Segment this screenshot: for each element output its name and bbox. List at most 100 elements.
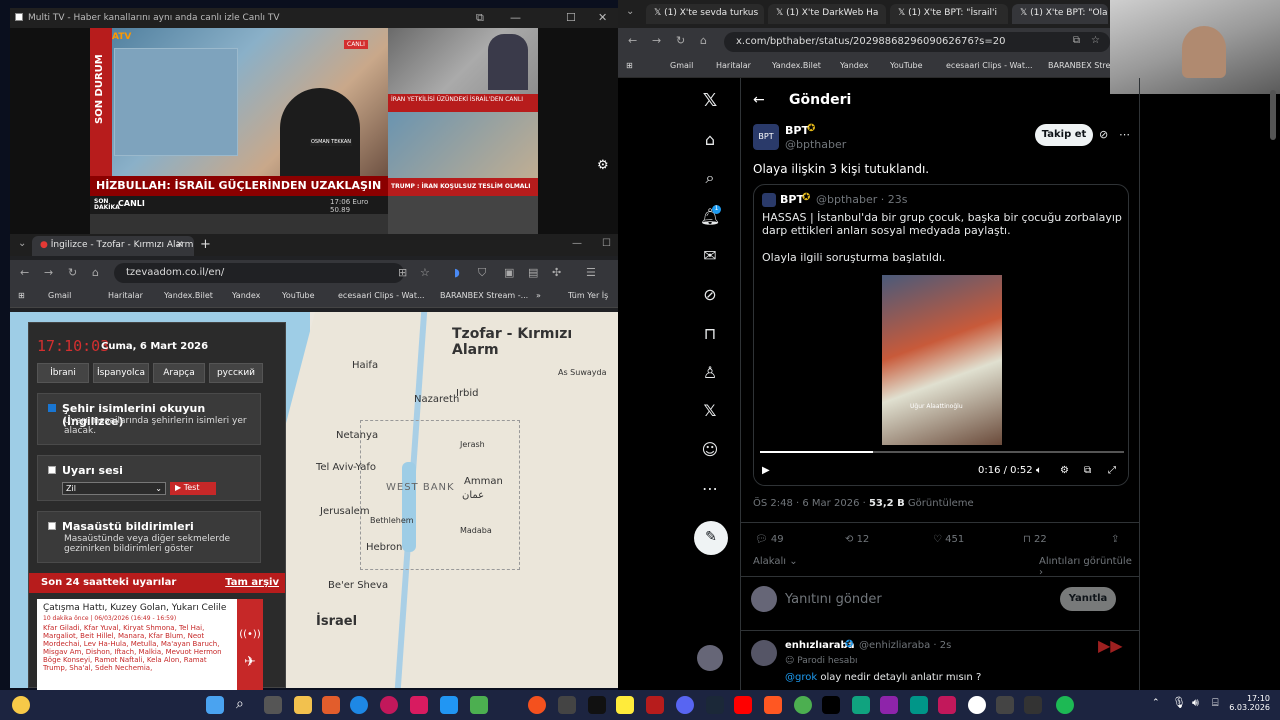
yandex-icon[interactable]	[968, 696, 986, 714]
close-icon[interactable]: ✕	[598, 11, 607, 24]
app2-icon[interactable]	[470, 696, 488, 714]
tab-close-icon[interactable]: ✕	[176, 240, 184, 250]
more-options-icon[interactable]: ⋯	[1119, 128, 1130, 141]
tab-list-icon[interactable]: ⌄	[18, 238, 26, 249]
reply-button[interactable]: Yanıtla	[1060, 587, 1116, 611]
volume-icon[interactable]: 🔈︎	[1036, 465, 1042, 476]
app6-icon[interactable]	[764, 696, 782, 714]
explorer-icon[interactable]	[294, 696, 312, 714]
sound-checkbox[interactable]	[48, 466, 56, 474]
back-arrow-icon[interactable]: ←	[753, 92, 765, 108]
back-icon[interactable]: ←	[628, 34, 637, 47]
alert-item[interactable]: Çatışma Hattı, Kuzey Golan, Yukarı Celil…	[37, 599, 237, 691]
snapchat-icon[interactable]	[616, 696, 634, 714]
reply-input[interactable]: Yanıtını gönder	[785, 592, 882, 607]
home-icon[interactable]: ⌂	[698, 130, 722, 149]
instagram-icon[interactable]	[410, 696, 428, 714]
maximize-icon[interactable]: ☐	[602, 238, 611, 249]
start-icon[interactable]	[206, 696, 224, 714]
extension-badge-icon[interactable]: ▣	[504, 266, 514, 279]
search-icon[interactable]: ⌕	[698, 168, 722, 188]
messages-icon[interactable]: ✉	[698, 246, 722, 265]
related-toggle[interactable]: Alakalı ⌄	[753, 556, 798, 567]
shield-icon[interactable]: ⛉	[478, 266, 486, 280]
tab-4-active[interactable]: 𝕏 (1) X'te BPT: "Ola	[1012, 4, 1108, 24]
reply-author-avatar[interactable]	[751, 640, 777, 666]
app10-icon[interactable]	[996, 696, 1014, 714]
tv-stream-3[interactable]: TRUMP : İRAN KOŞULSUZ TESLİM OLMALI	[388, 112, 538, 196]
bookmark-yandex-bilet[interactable]: Yandex.Bilet	[772, 61, 821, 70]
gear-icon[interactable]: ⚙	[597, 158, 609, 173]
bookmark-gmail[interactable]: Gmail	[670, 61, 693, 70]
epic-icon[interactable]	[588, 696, 606, 714]
test-button[interactable]: ▶ Test	[170, 482, 216, 495]
url-field[interactable]: x.com/bpthaber/status/202988682960906267…	[724, 32, 1110, 52]
app7-icon[interactable]	[880, 696, 898, 714]
view-quotes-link[interactable]: Alıntıları görüntüle ›	[1039, 556, 1139, 578]
bookmark-star-icon[interactable]: ☆	[420, 266, 430, 279]
tv-cast-icon[interactable]: ⧉	[476, 11, 484, 25]
search-icon[interactable]: ⌕	[236, 696, 244, 712]
install-icon[interactable]: ⧉	[1073, 35, 1080, 46]
app8-icon[interactable]	[910, 696, 928, 714]
play-icon[interactable]: ▶	[762, 465, 770, 476]
reply-action[interactable]: 💬︎ 49	[755, 534, 784, 545]
grok-icon[interactable]: ⊘	[698, 285, 722, 304]
read-names-checkbox[interactable]	[48, 404, 56, 412]
tray-chevron-icon[interactable]: ⌃	[1152, 698, 1160, 708]
share-icon[interactable]: ⇪	[1111, 534, 1119, 545]
video-progress[interactable]	[760, 451, 1124, 453]
lang-hebrew[interactable]: İbrani	[37, 363, 89, 383]
pip-icon[interactable]: ⧉	[1084, 465, 1091, 476]
jobs-icon[interactable]: ♙	[698, 363, 722, 382]
tab-1[interactable]: 𝕏 (1) X'te sevda turkus	[646, 4, 764, 24]
forward-icon[interactable]: →	[44, 266, 53, 279]
bookmark-star-icon[interactable]: ☆	[1091, 35, 1100, 46]
chrome-icon[interactable]	[794, 696, 812, 714]
bookmark-maps[interactable]: Haritalar	[716, 61, 751, 70]
clock[interactable]: 17:10 6.03.2026	[1228, 694, 1270, 712]
sound-select[interactable]: Zil ⌄	[62, 482, 166, 495]
edge-icon[interactable]	[350, 696, 368, 714]
bookmarks-more[interactable]: »	[536, 291, 541, 300]
app4-icon[interactable]	[558, 696, 576, 714]
extension2-icon[interactable]: ▤	[528, 266, 538, 279]
menu-icon[interactable]: ☰	[586, 266, 596, 279]
app3-icon[interactable]	[528, 696, 546, 714]
lang-russian[interactable]: русский	[209, 363, 263, 383]
mic-icon[interactable]: 🎙︎	[1172, 696, 1186, 709]
spotify-icon[interactable]	[1056, 696, 1074, 714]
tab-3[interactable]: 𝕏 (1) X'te BPT: "İsrail'i	[890, 4, 1008, 24]
bookmark-yandex-bilet[interactable]: Yandex.Bilet	[164, 291, 213, 300]
app11-icon[interactable]	[1024, 696, 1042, 714]
follow-button[interactable]: Takip et	[1035, 124, 1093, 146]
back-icon[interactable]: ←	[20, 266, 29, 279]
discord-icon[interactable]	[676, 696, 694, 714]
alerts-archive-link[interactable]: Tam arşiv	[225, 577, 279, 588]
bookmark-action[interactable]: ⊓ 22	[1023, 534, 1047, 545]
puzzle-icon[interactable]: ✣	[552, 266, 561, 279]
tab-list-icon[interactable]: ⌄	[626, 6, 634, 17]
bookmark-ecesaari[interactable]: ecesaari Clips - Wat...	[946, 61, 1033, 70]
chatgpt-icon[interactable]	[852, 696, 870, 714]
home-icon[interactable]: ⌂	[92, 266, 99, 279]
author-avatar[interactable]: BPT	[753, 124, 779, 150]
more-icon[interactable]: ⋯	[698, 479, 722, 498]
app5-icon[interactable]	[646, 696, 664, 714]
apps-icon[interactable]: ⊞	[626, 61, 633, 70]
youtube-icon[interactable]	[734, 696, 752, 714]
telegram-icon[interactable]	[440, 696, 458, 714]
bookmark-baranbex[interactable]: BARANBEX Strea	[1048, 61, 1115, 70]
tv-main-stream[interactable]: OSMAN TEKKAN	[90, 28, 388, 178]
bookmark-maps[interactable]: Haritalar	[108, 291, 143, 300]
all-bookmarks[interactable]: Tüm Yer İş	[568, 291, 608, 300]
lang-arabic[interactable]: Arapça	[153, 363, 205, 383]
bookmark-yandex[interactable]: Yandex	[840, 61, 868, 70]
forward-icon[interactable]: →	[652, 34, 661, 47]
account-avatar[interactable]	[697, 645, 723, 671]
apps-icon[interactable]: ⊞	[18, 291, 25, 300]
network-icon[interactable]: ⌸	[1212, 696, 1219, 710]
task-view-icon[interactable]	[264, 696, 282, 714]
author-name[interactable]: BPT	[785, 124, 809, 137]
app-icon[interactable]	[380, 696, 398, 714]
